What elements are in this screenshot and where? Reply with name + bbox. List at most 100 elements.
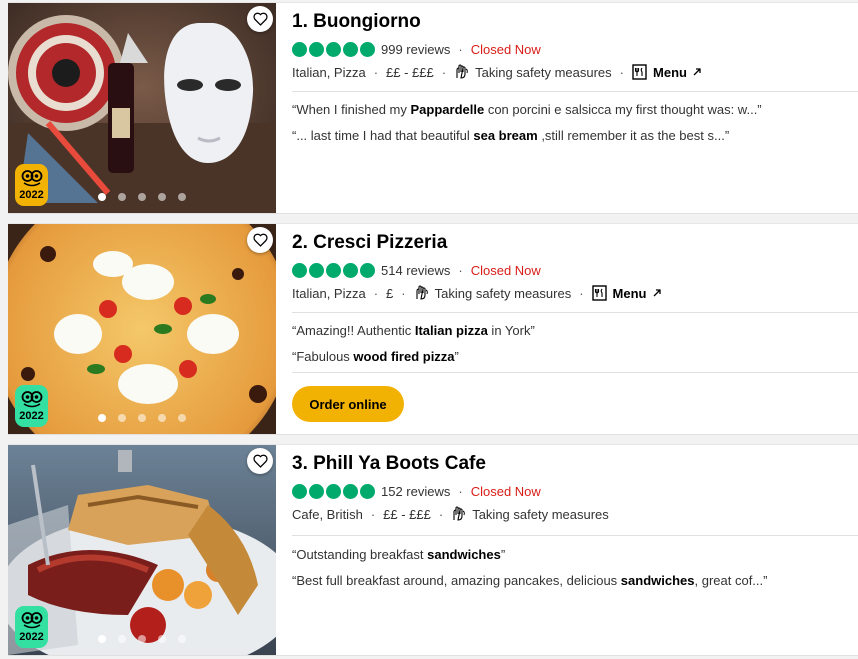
save-heart-button[interactable] [247,6,273,32]
carousel-dot[interactable] [158,414,166,422]
restaurant-photo[interactable]: 2022 [8,445,276,655]
restaurant-card[interactable]: 2022 3. Phill Ya Boots Cafe 152 reviews … [8,444,858,656]
carousel-dot[interactable] [138,414,146,422]
snippet-highlight: sandwiches [427,547,501,562]
open-status: Closed Now [470,484,541,499]
rating-bubble [292,263,307,278]
separator-dot: · [619,64,625,80]
restaurant-title[interactable]: 2. Cresci Pizzeria [292,232,447,254]
cuisine: Cafe, British [292,506,363,522]
snippet-text: “Best full breakfast around, amazing pan… [292,573,621,588]
menu-label: Menu [612,285,647,301]
menu-book-icon [632,64,647,80]
divider [292,535,858,536]
separator-dot: · [441,64,447,80]
photo-cresci-pizzeria [8,224,276,434]
external-arrow-icon [653,289,661,297]
snippet-text: , great cof...” [694,573,768,588]
safety-label: Taking safety measures [475,64,612,80]
safety-measures[interactable]: Taking safety measures [454,64,612,80]
safety-measures[interactable]: Taking safety measures [451,506,609,522]
rating-bubble [360,263,375,278]
save-heart-button[interactable] [247,227,273,253]
snippet-text: in York” [487,323,535,338]
carousel-dot[interactable] [178,414,186,422]
carousel-dot[interactable] [178,635,186,643]
restaurant-info: 1. Buongiorno 999 reviews · Closed Now I… [292,3,858,213]
safety-measures[interactable]: Taking safety measures [414,285,572,301]
photo-buongiorno [8,3,276,213]
carousel-dot[interactable] [118,193,126,201]
carousel-dot[interactable] [118,635,126,643]
hands-wash-icon [453,506,466,521]
separator-dot: · [458,42,463,57]
rating-row: 514 reviews · Closed Now [292,263,541,278]
carousel-dot[interactable] [158,193,166,201]
review-count[interactable]: 514 reviews [381,263,450,278]
rating-bubble [343,263,358,278]
carousel-dot[interactable] [158,635,166,643]
snippet-highlight: Pappardelle [410,102,485,117]
carousel-dot[interactable] [178,193,186,201]
menu-label: Menu [653,64,687,80]
rating-bubble [292,484,307,499]
carousel-dot[interactable] [98,635,106,643]
carousel-dots[interactable] [98,414,186,422]
restaurant-title[interactable]: 3. Phill Ya Boots Cafe [292,453,486,475]
rating-bubbles[interactable] [292,484,375,499]
save-heart-button[interactable] [247,448,273,474]
review-snippet[interactable]: “Amazing!! Authentic Italian pizza in Yo… [292,323,535,338]
review-snippet[interactable]: “... last time I had that beautiful sea … [292,128,729,143]
carousel-dots[interactable] [98,635,186,643]
rating-bubbles[interactable] [292,42,375,57]
divider [292,372,858,373]
heart-icon [252,233,268,247]
award-year: 2022 [19,410,44,422]
separator-dot: · [401,285,406,301]
snippet-highlight: Italian pizza [414,323,488,338]
snippet-text: “Amazing!! Authentic [292,323,415,338]
restaurant-card[interactable]: 2022 1. Buongiorno 999 reviews · Closed … [8,2,858,214]
carousel-dot[interactable] [138,635,146,643]
carousel-dot[interactable] [98,193,106,201]
order-online-button[interactable]: Order online [292,386,404,422]
rating-row: 152 reviews · Closed Now [292,484,541,499]
menu-link[interactable]: Menu [632,64,701,80]
carousel-dot[interactable] [118,414,126,422]
restaurant-photo[interactable]: 2022 [8,224,276,434]
restaurant-photo[interactable]: 2022 [8,3,276,213]
travellers-choice-badge: 2022 [15,164,48,206]
snippet-text: ” [454,349,459,364]
carousel-dot[interactable] [98,414,106,422]
heart-icon [252,12,268,26]
award-year: 2022 [19,631,44,643]
meta-row: Cafe, British · ££ - £££ · Taking safety… [292,506,609,522]
price-range: ££ - £££ [386,64,434,80]
restaurant-card[interactable]: 2022 2. Cresci Pizzeria 514 reviews · Cl… [8,223,858,435]
review-snippet[interactable]: “Outstanding breakfast sandwiches” [292,547,505,562]
review-count[interactable]: 999 reviews [381,42,450,57]
rating-bubble [292,42,307,57]
carousel-dot[interactable] [138,193,146,201]
rating-row: 999 reviews · Closed Now [292,42,541,57]
restaurant-title[interactable]: 1. Buongiorno [292,11,421,33]
review-snippet[interactable]: “Best full breakfast around, amazing pan… [292,573,767,588]
review-count[interactable]: 152 reviews [381,484,450,499]
carousel-dots[interactable] [98,193,186,201]
rating-bubble [326,42,341,57]
hands-wash-icon [456,64,468,79]
meta-row: Italian, Pizza · ££ - £££ · Taking safet… [292,64,701,80]
review-snippet[interactable]: “When I finished my Pappardelle con porc… [292,102,762,117]
rating-bubbles[interactable] [292,263,375,278]
snippet-highlight: sandwiches [620,573,695,588]
divider [292,312,858,313]
menu-link[interactable]: Menu [591,285,661,301]
snippet-highlight: wood fired pizza [353,349,455,364]
restaurant-info: 3. Phill Ya Boots Cafe 152 reviews · Clo… [292,445,858,655]
cuisine: Italian, Pizza [292,285,366,301]
photo-phill-ya-boots-cafe [8,445,276,655]
safety-label: Taking safety measures [434,285,572,301]
separator-dot: · [370,506,376,522]
rating-bubble [309,484,324,499]
review-snippet[interactable]: “Fabulous wood fired pizza” [292,349,459,364]
